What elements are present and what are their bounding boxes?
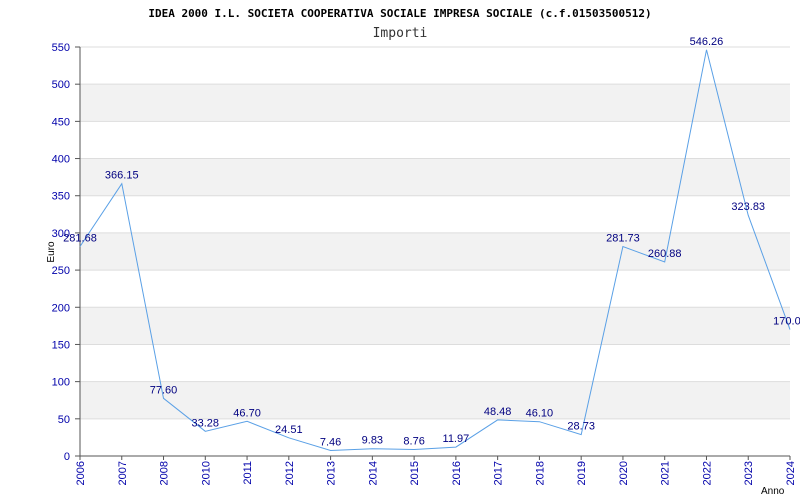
- x-axis-label: Anno: [761, 486, 785, 497]
- grid-band: [80, 84, 790, 122]
- x-tick-label: 2024: [785, 461, 797, 485]
- data-label: 281.73: [606, 232, 640, 244]
- y-tick-label: 400: [52, 154, 70, 166]
- x-tick-label: 2016: [451, 461, 463, 485]
- data-label: 77.60: [150, 384, 178, 396]
- y-tick-label: 350: [52, 191, 70, 203]
- data-label: 323.83: [731, 201, 765, 213]
- y-tick-label: 450: [52, 116, 70, 128]
- data-label: 170.04: [773, 316, 800, 328]
- y-axis-label: Euro: [46, 241, 57, 263]
- data-label: 46.10: [526, 408, 554, 420]
- data-label: 546.26: [690, 36, 724, 48]
- y-tick-label: 150: [52, 339, 70, 351]
- x-tick-label: 2022: [701, 461, 713, 485]
- x-tick-label: 2013: [326, 461, 338, 485]
- x-tick-label: 2007: [117, 461, 129, 485]
- data-label: 8.76: [403, 435, 424, 447]
- data-label: 48.48: [484, 406, 512, 418]
- grid-band: [80, 232, 790, 271]
- x-tick-label: 2012: [284, 461, 296, 485]
- data-label: 9.83: [362, 435, 383, 447]
- y-tick-label: 50: [58, 414, 70, 426]
- chart-subtitle: Importi: [373, 26, 428, 41]
- x-tick-label: 2011: [242, 461, 254, 485]
- data-label: 281.68: [63, 233, 97, 245]
- data-label: 11.97: [443, 433, 470, 445]
- x-tick-label: 2021: [660, 461, 672, 485]
- data-label: 260.88: [648, 248, 682, 260]
- x-tick-label: 2019: [576, 461, 588, 485]
- y-tick-label: 550: [52, 42, 70, 54]
- line-chart: IDEA 2000 I.L. SOCIETA COOPERATIVA SOCIA…: [46, 7, 800, 497]
- x-tick-label: 2015: [409, 461, 421, 485]
- x-tick-label: 2006: [75, 461, 87, 485]
- x-tick-label: 2020: [618, 461, 630, 485]
- y-tick-label: 0: [64, 451, 70, 463]
- y-tick-label: 100: [52, 377, 70, 389]
- x-tick-label: 2008: [159, 461, 171, 485]
- x-tick-label: 2018: [534, 461, 546, 485]
- x-tick-labels: 2006 2007 2008 2010 2011 2012 2013 2014 2015 2016…: [75, 456, 797, 485]
- y-tick-label: 500: [52, 79, 70, 91]
- chart-title: IDEA 2000 I.L. SOCIETA COOPERATIVA SOCIA…: [148, 7, 651, 20]
- x-tick-label: 2023: [743, 461, 755, 485]
- y-tick-label: 250: [52, 265, 70, 277]
- grid-band: [80, 381, 790, 419]
- data-label: 7.46: [320, 436, 341, 448]
- data-label: 366.15: [105, 170, 139, 182]
- x-tick-label: 2010: [200, 461, 212, 485]
- grid-band: [80, 307, 790, 345]
- data-label: 24.51: [275, 424, 303, 436]
- y-tick-label: 200: [52, 302, 70, 314]
- data-label: 46.70: [233, 407, 261, 419]
- data-label: 33.28: [192, 417, 220, 429]
- x-tick-label: 2014: [367, 461, 379, 485]
- x-tick-label: 2017: [493, 461, 505, 485]
- grid-bands: [80, 84, 790, 419]
- data-label: 28.73: [567, 421, 595, 433]
